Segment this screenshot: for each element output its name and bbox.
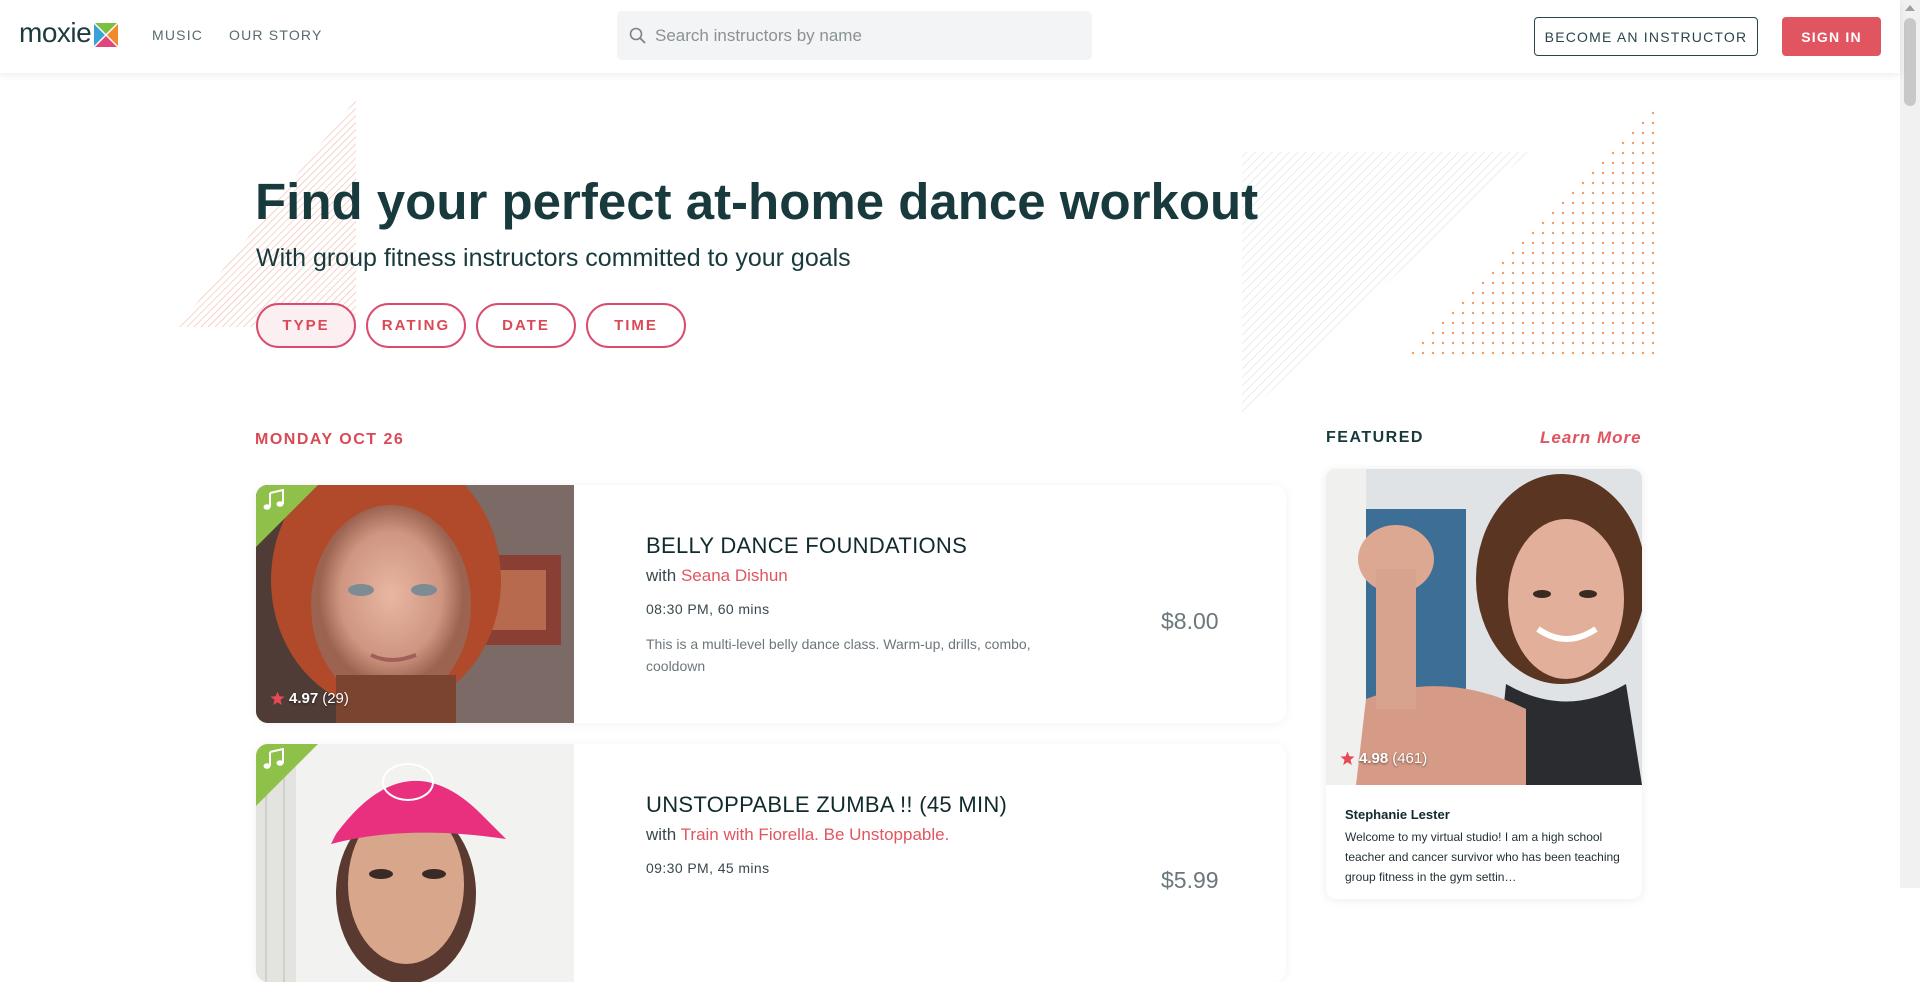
music-note-icon <box>263 748 284 769</box>
class-instructor-line: with Seana Dishun <box>646 566 788 586</box>
sign-in-button[interactable]: SIGN IN <box>1782 17 1881 56</box>
logo-text: moxie <box>19 17 92 48</box>
schedule-date-heading: MONDAY OCT 26 <box>255 431 405 448</box>
search-icon <box>629 27 646 44</box>
with-label: with <box>646 825 677 844</box>
filter-rating-button[interactable]: RATING <box>366 303 466 348</box>
featured-rating: 4.98 (461) <box>1340 750 1427 767</box>
featured-instructor-card[interactable]: 4.98 (461) Stephanie Lester Welcome to m… <box>1326 469 1642 899</box>
class-time: 09:30 PM, 45 mins <box>646 860 770 876</box>
scrollbar-thumb[interactable] <box>1904 18 1916 106</box>
class-title[interactable]: UNSTOPPABLE ZUMBA !! (45 MIN) <box>646 792 1007 818</box>
filter-date-button[interactable]: DATE <box>476 303 576 348</box>
featured-instructor-bio: Welcome to my virtual studio! I am a hig… <box>1345 830 1620 884</box>
star-icon <box>1340 751 1355 765</box>
nav-link-our-story[interactable]: OUR STORY <box>229 27 323 43</box>
featured-heading: FEATURED <box>1326 429 1424 446</box>
filter-type-button[interactable]: TYPE <box>256 303 356 348</box>
rating-score: 4.98 <box>1359 750 1389 767</box>
filter-time-button[interactable]: TIME <box>586 303 686 348</box>
nav-link-music[interactable]: MUSIC <box>152 27 203 43</box>
instructor-link[interactable]: Seana Dishun <box>681 566 788 585</box>
class-card[interactable]: 4.97 (29) BELLY DANCE FOUNDATIONS with S… <box>256 485 1286 723</box>
dotted-triangle-decoration <box>1402 102 1660 362</box>
featured-instructor-name[interactable]: Stephanie Lester <box>1345 807 1450 822</box>
with-label: with <box>646 566 677 585</box>
music-note-icon <box>263 489 284 510</box>
hero-subtitle: With group fitness instructors committed… <box>256 244 851 272</box>
instructor-rating: 4.97 (29) <box>270 690 349 707</box>
become-instructor-button[interactable]: BECOME AN INSTRUCTOR <box>1534 17 1758 56</box>
search-input[interactable] <box>655 11 1075 60</box>
rating-count: (29) <box>322 690 349 707</box>
filter-bar: TYPE RATING DATE TIME <box>256 303 686 348</box>
instructor-link[interactable]: Train with Fiorella. Be Unstoppable. <box>681 825 950 844</box>
featured-photo-image <box>1326 469 1642 785</box>
page-scrollbar[interactable] <box>1900 0 1920 888</box>
class-price: $5.99 <box>1161 867 1219 893</box>
class-description: This is a multi-level belly dance class.… <box>646 636 1031 674</box>
instructor-photo[interactable]: 4.97 (29) <box>256 485 574 723</box>
learn-more-link[interactable]: Learn More <box>1540 428 1642 448</box>
logo-mark-icon <box>93 22 119 48</box>
class-price: $8.00 <box>1161 608 1219 634</box>
star-icon <box>270 691 285 705</box>
hero-title: Find your perfect at-home dance workout <box>255 173 1259 230</box>
top-navbar: moxie MUSIC OUR STORY BECOME AN INSTRUCT… <box>0 0 1900 73</box>
rating-score: 4.97 <box>289 690 319 707</box>
featured-instructor-photo[interactable]: 4.98 (461) <box>1326 469 1642 785</box>
scroll-up-arrow-icon[interactable] <box>1905 5 1915 11</box>
search-bar <box>617 11 1092 60</box>
class-card[interactable]: UNSTOPPABLE ZUMBA !! (45 MIN) with Train… <box>256 744 1286 982</box>
class-title[interactable]: BELLY DANCE FOUNDATIONS <box>646 533 967 559</box>
instructor-photo[interactable] <box>256 744 574 982</box>
class-instructor-line: with Train with Fiorella. Be Unstoppable… <box>646 825 949 845</box>
class-time: 08:30 PM, 60 mins <box>646 601 770 617</box>
rating-count: (461) <box>1392 750 1428 767</box>
moxie-logo[interactable]: moxie <box>19 17 120 49</box>
